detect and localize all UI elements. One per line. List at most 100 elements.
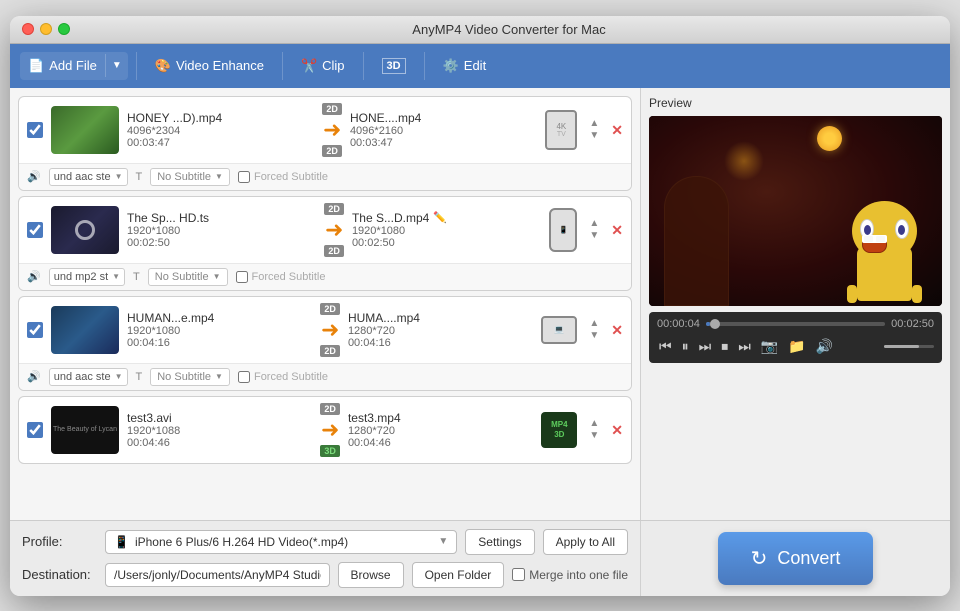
file-1-subtitle-arrow: ▼ (215, 172, 223, 181)
minimize-button[interactable] (40, 23, 52, 35)
file-4-scroll-up[interactable]: ▲ (589, 419, 599, 429)
merge-checkbox[interactable] (512, 568, 525, 581)
file-2-close[interactable]: ✕ (611, 223, 623, 237)
file-2-output-resolution: 1920*1080 (352, 225, 541, 237)
file-1-badge-out: 2D (322, 145, 342, 157)
stop-button[interactable]: ⏹ (719, 336, 730, 357)
file-1-forced-checkbox[interactable] (238, 171, 250, 183)
file-1-duration: 00:03:47 (127, 137, 314, 149)
clip-button[interactable]: ✂️ Clip (291, 52, 355, 80)
file-3-forced-checkbox[interactable] (238, 371, 250, 383)
file-4-output-info: test3.mp4 1280*720 00:04:46 (348, 411, 533, 449)
file-4-checkbox[interactable] (27, 422, 43, 438)
play-pause-button[interactable]: ⏸ (680, 336, 691, 357)
sb-pupil-left (864, 225, 871, 235)
volume-track[interactable] (884, 345, 934, 348)
file-1-bottom: 🔊 und aac ste ▼ T No Subtitle ▼ Force (19, 163, 631, 190)
file-2-audio-arrow: ▼ (112, 272, 120, 281)
add-file-dropdown-arrow[interactable]: ▼ (105, 54, 128, 77)
edit-button[interactable]: ⚙️ Edit (433, 52, 497, 80)
maximize-button[interactable] (58, 23, 70, 35)
volume-fill (884, 345, 919, 348)
screenshot-button[interactable]: 📷 (759, 336, 780, 357)
profile-label: Profile: (22, 534, 97, 549)
fast-forward-button[interactable]: ⏭ (697, 336, 714, 357)
3d-button[interactable]: 3D (372, 52, 416, 80)
file-1-scroll-up[interactable]: ▲ (589, 119, 599, 129)
open-folder-button[interactable]: Open Folder (412, 562, 505, 588)
profile-value: iPhone 6 Plus/6 H.264 HD Video(*.mp4) (135, 535, 348, 549)
file-2-convert-arrow: 2D ➜ 2D (324, 203, 344, 257)
file-item-1: HONEY ...D).mp4 4096*2304 00:03:47 2D ➜ … (18, 96, 632, 191)
file-2-forced-checkbox[interactable] (236, 271, 248, 283)
close-button[interactable] (22, 23, 34, 35)
file-1-subtitle-select[interactable]: No Subtitle ▼ (150, 168, 230, 186)
file-2-scroll-up[interactable]: ▲ (589, 219, 599, 229)
progress-thumb[interactable] (710, 319, 720, 329)
file-3-subtitle-select[interactable]: No Subtitle ▼ (150, 368, 230, 386)
file-item-2-top: The Sp... HD.ts 1920*1080 00:02:50 2D ➜ … (19, 197, 631, 263)
destination-label: Destination: (22, 567, 97, 582)
profile-row: Profile: 📱 iPhone 6 Plus/6 H.264 HD Vide… (22, 529, 628, 555)
file-4-output-name: test3.mp4 (348, 411, 533, 425)
file-4-scroll-down[interactable]: ▼ (589, 431, 599, 441)
file-2-resolution: 1920*1080 (127, 225, 316, 237)
file-3-output-device: 💻 (541, 316, 577, 344)
file-2-scroll: ▲ ▼ (585, 219, 603, 241)
file-3-checkbox[interactable] (27, 322, 43, 338)
controls-row: ⏮ ⏸ ⏭ ⏹ ⏭ 📷 📁 🔊 (657, 336, 934, 357)
settings-button[interactable]: Settings (465, 529, 534, 555)
file-2-audio-select[interactable]: und mp2 st ▼ (49, 268, 125, 286)
skip-back-button[interactable]: ⏮ (657, 336, 674, 357)
file-1-subtitle-value: No Subtitle (157, 171, 211, 183)
file-1-audio-select[interactable]: und aac ste ▼ (49, 168, 128, 186)
file-3-output-name: HUMA....mp4 (348, 311, 533, 325)
toolbar-divider-4 (424, 52, 425, 80)
add-file-button[interactable]: 📄 Add File ▼ (20, 52, 128, 80)
file-3-scroll-up[interactable]: ▲ (589, 319, 599, 329)
browse-button[interactable]: Browse (338, 562, 404, 588)
file-item-3-top: HUMAN...e.mp4 1920*1080 00:04:16 2D ➜ 2D (19, 297, 631, 363)
file-4-badge-in: 2D (320, 403, 340, 415)
scene-arch (664, 176, 729, 306)
apply-all-button[interactable]: Apply to All (543, 529, 628, 555)
file-3-audio-select[interactable]: und aac ste ▼ (49, 368, 128, 386)
profile-dropdown-arrow: ▼ (438, 536, 448, 547)
file-2-subtitle-select[interactable]: No Subtitle ▼ (148, 268, 228, 286)
file-1-close[interactable]: ✕ (611, 123, 623, 137)
file-2-checkbox[interactable] (27, 222, 43, 238)
add-file-main[interactable]: 📄 Add File (20, 52, 105, 80)
file-item-4: The Beauty of Lycan test3.avi 1920*1088 … (18, 396, 632, 464)
convert-button[interactable]: ↻ Convert (718, 532, 873, 585)
file-4-close[interactable]: ✕ (611, 423, 623, 437)
file-3-scroll-down[interactable]: ▼ (589, 331, 599, 341)
file-2-audio-icon: 🔊 (27, 270, 41, 283)
destination-row: Destination: /Users/jonly/Documents/AnyM… (22, 562, 628, 588)
file-2-scroll-down[interactable]: ▼ (589, 231, 599, 241)
merge-label: Merge into one file (529, 568, 628, 582)
file-1-info: HONEY ...D).mp4 4096*2304 00:03:47 (127, 111, 314, 149)
file-2-output-info: The S...D.mp4 ✏️ 1920*1080 00:02:50 (352, 211, 541, 249)
profile-select[interactable]: 📱 iPhone 6 Plus/6 H.264 HD Video(*.mp4) … (105, 530, 457, 554)
file-3-close[interactable]: ✕ (611, 323, 623, 337)
volume-icon: 🔊 (814, 336, 835, 357)
file-2-forced-label: Forced Subtitle (252, 271, 326, 283)
folder-button[interactable]: 📁 (786, 336, 807, 357)
file-2-arrow-icon: ➜ (325, 217, 343, 243)
video-enhance-label: Video Enhance (176, 58, 264, 73)
file-1-output-device: 4K TV (545, 110, 577, 150)
file-1-scroll-down[interactable]: ▼ (589, 131, 599, 141)
file-item-3: HUMAN...e.mp4 1920*1080 00:04:16 2D ➜ 2D (18, 296, 632, 391)
file-3-arrow-icon: ➜ (321, 317, 339, 343)
destination-input[interactable]: /Users/jonly/Documents/AnyMP4 Studio/Vid… (105, 563, 330, 587)
file-1-checkbox[interactable] (27, 122, 43, 138)
file-4-output-resolution: 1280*720 (348, 425, 533, 437)
video-enhance-button[interactable]: 🎨 Video Enhance (145, 52, 274, 80)
file-2-thumbnail (51, 206, 119, 254)
file-2-edit-pen[interactable]: ✏️ (433, 211, 447, 224)
convert-label: Convert (777, 548, 840, 569)
skip-forward-button[interactable]: ⏭ (736, 336, 753, 357)
progress-track[interactable] (706, 322, 885, 326)
file-1-forced-label: Forced Subtitle (254, 171, 328, 183)
file-item-4-top: The Beauty of Lycan test3.avi 1920*1088 … (19, 397, 631, 463)
